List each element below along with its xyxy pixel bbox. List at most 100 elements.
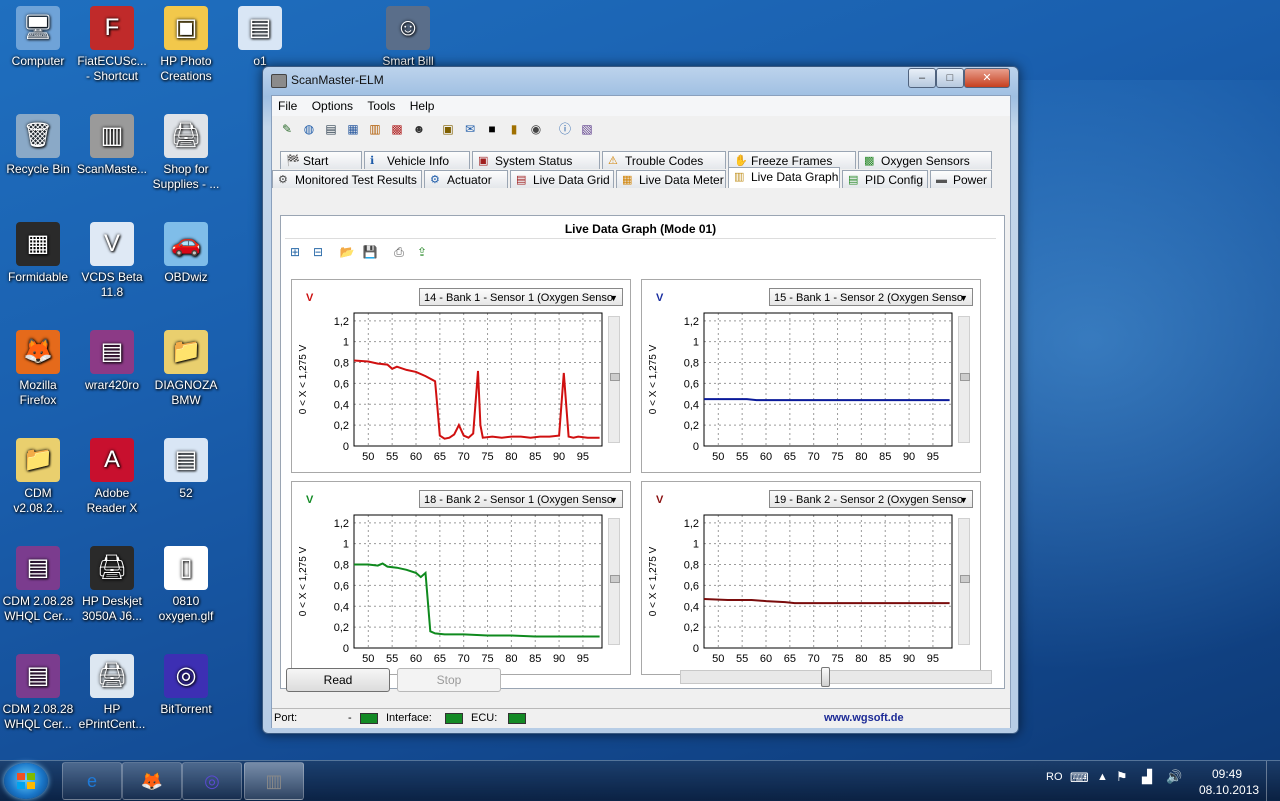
desktop-icon[interactable]: ▯ 0810 oxygen.glf (148, 546, 224, 624)
action-center-icon[interactable]: ⚑ (1116, 769, 1128, 785)
desktop-icon[interactable]: ▤ 52 (148, 438, 224, 501)
clock-date[interactable]: 08.10.2013 (1199, 783, 1259, 797)
desktop-icon[interactable]: 🗑 Recycle Bin (0, 114, 76, 177)
ie-taskbar-item[interactable]: e (62, 762, 122, 800)
app-icon: 📁 (164, 330, 208, 374)
battery-icon[interactable]: ▮ (504, 119, 524, 139)
terminal-icon[interactable]: ■ (482, 119, 502, 139)
desktop-icon[interactable]: ☺ Smart Bill (370, 6, 446, 69)
chart-icon[interactable]: ▥ (365, 119, 385, 139)
desktop-icon[interactable]: ▥ ScanMaste... (74, 114, 150, 177)
desktop-icon[interactable]: 📁 DIAGNOZA BMW (148, 330, 224, 408)
desktop-icon[interactable]: 🖥 Computer (0, 6, 76, 69)
desktop-icon-label: BitTorrent (160, 702, 212, 716)
language-indicator[interactable]: RO (1046, 771, 1063, 783)
y-tick-label: 0,6 (334, 378, 349, 390)
dial-icon[interactable]: ◉ (526, 119, 546, 139)
export-icon[interactable]: ⇪ (412, 242, 432, 262)
person-icon[interactable]: ☻ (409, 119, 429, 139)
clock-time[interactable]: 09:49 (1212, 767, 1242, 781)
desktop-icon[interactable]: 🖨 HP Deskjet 3050A J6... (74, 546, 150, 624)
desktop-icon[interactable]: 📁 CDM v2.08.2... (0, 438, 76, 516)
desktop-icon[interactable]: ▣ HP Photo Creations (148, 6, 224, 84)
graph-scroll-thumb[interactable] (610, 373, 620, 381)
desktop-icon[interactable]: ▤ wrar420ro (74, 330, 150, 393)
desktop-icon[interactable]: F FiatECUSc... - Shortcut (74, 6, 150, 84)
desktop-icon[interactable]: ▤ CDM 2.08.28 WHQL Cer... (0, 546, 76, 624)
palette-icon[interactable]: ▩ (387, 119, 407, 139)
show-hidden-icons-icon[interactable]: ▲ (1097, 771, 1108, 783)
remove-pid-icon[interactable]: ⊟ (308, 242, 328, 262)
graph-scroll-thumb[interactable] (960, 575, 970, 583)
volume-icon[interactable]: 🔊 (1166, 769, 1182, 785)
desktop-icon[interactable]: ▤ CDM 2.08.28 WHQL Cer... (0, 654, 76, 732)
tab-label: Trouble Codes (625, 154, 704, 168)
close-button[interactable]: ✕ (964, 68, 1010, 88)
stop-button[interactable]: Stop (397, 668, 501, 692)
desktop-icon-label: DIAGNOZA BMW (154, 378, 218, 407)
app-icon: ☺ (386, 6, 430, 50)
time-slider[interactable] (680, 667, 992, 687)
scanmaster-taskbar-item[interactable]: ▥ (244, 762, 304, 800)
menu-tools[interactable]: Tools (361, 96, 400, 113)
tabs-row-2: ⚙ Monitored Test Results ⚙ Actuator ▤ Live Da… (272, 167, 1010, 192)
graph-scrollbar[interactable] (958, 316, 970, 443)
graph-scrollbar[interactable] (958, 518, 970, 645)
read-button[interactable]: Read (286, 668, 390, 692)
tab-trouble-codes[interactable]: ⚠ Trouble Codes (602, 151, 726, 169)
desktop-icon[interactable]: 🖨 Shop for Supplies - ... (148, 114, 224, 192)
tab-actuator[interactable]: ⚙ Actuator (424, 170, 508, 188)
book-icon[interactable]: ▧ (577, 119, 597, 139)
desktop-icon[interactable]: ◎ BitTorrent (148, 654, 224, 717)
graph-svg: 50 55 60 65 70 75 80 85 90 95 0 0,2 0,4 0,6 0,8 1 1,2 0 <… (298, 514, 603, 665)
desktop-icon[interactable]: 🖨 HP ePrintCent... (74, 654, 150, 732)
tab-vehicle-info[interactable]: ℹ Vehicle Info (364, 151, 470, 169)
tab-start[interactable]: 🏁 Start (280, 151, 362, 169)
desktop-icon[interactable]: V VCDS Beta 11.8 (74, 222, 150, 300)
menu-options[interactable]: Options (306, 96, 358, 113)
tab-system-status[interactable]: ▣ System Status (472, 151, 600, 169)
tab-live-data-meter[interactable]: ▦ Live Data Meter (616, 170, 726, 188)
keyboard-icon[interactable]: ⌨ (1070, 770, 1089, 786)
chat-icon[interactable]: ✉ (460, 119, 480, 139)
tab-power[interactable]: ▬ Power (930, 170, 992, 188)
desktop-icon[interactable]: 🦊 Mozilla Firefox (0, 330, 76, 408)
desktop-icon[interactable]: 🚗 OBDwiz (148, 222, 224, 285)
clipboard-icon[interactable]: ▣ (438, 119, 458, 139)
series-line (354, 562, 600, 638)
bittorrent-taskbar-item[interactable]: ◎ (182, 762, 242, 800)
tab-live-data-grid[interactable]: ▤ Live Data Grid (510, 170, 614, 188)
time-slider-thumb[interactable] (820, 667, 830, 687)
freeze-frames-tab-icon: ✋ (734, 155, 748, 167)
graph-scroll-thumb[interactable] (960, 373, 970, 381)
wizard-icon[interactable]: ✎ (277, 119, 297, 139)
network-icon[interactable]: ▟ (1142, 769, 1152, 785)
tab-live-data-graph[interactable]: ▥ Live Data Graph (728, 167, 840, 188)
graph-scrollbar[interactable] (608, 518, 620, 645)
start-button[interactable] (4, 763, 48, 799)
tab-oxygen-sensors[interactable]: ▩ Oxygen Sensors (858, 151, 992, 169)
plot-frame (703, 514, 953, 649)
tab-pid-config[interactable]: ▤ PID Config (842, 170, 928, 188)
save-icon[interactable]: 💾 (360, 242, 380, 262)
print-icon[interactable]: ⎙ (389, 242, 409, 262)
desktop-icon[interactable]: ▦ Formidable (0, 222, 76, 285)
menu-help[interactable]: Help (404, 96, 440, 113)
graph-scrollbar[interactable] (608, 316, 620, 443)
firefox-taskbar-item[interactable]: 🦊 (122, 762, 182, 800)
add-pid-icon[interactable]: ⊞ (285, 242, 305, 262)
website-link[interactable]: www.wgsoft.de (824, 712, 904, 724)
menu-file[interactable]: File (272, 96, 302, 113)
desktop-icon[interactable]: ▤ o1 (222, 6, 298, 69)
graph-scroll-thumb[interactable] (610, 575, 620, 583)
tab-monitored-test-results[interactable]: ⚙ Monitored Test Results (272, 170, 422, 188)
minimize-button[interactable]: – (908, 68, 936, 88)
document-icon[interactable]: ▤ (321, 119, 341, 139)
maximize-button[interactable]: □ (936, 68, 964, 88)
grid-icon[interactable]: ▦ (343, 119, 363, 139)
info-icon[interactable]: ⓘ (555, 119, 575, 139)
show-desktop-button[interactable] (1266, 761, 1280, 801)
globe-icon[interactable]: ◍ (299, 119, 319, 139)
desktop-icon[interactable]: A Adobe Reader X (74, 438, 150, 516)
open-icon[interactable]: 📂 (337, 242, 357, 262)
